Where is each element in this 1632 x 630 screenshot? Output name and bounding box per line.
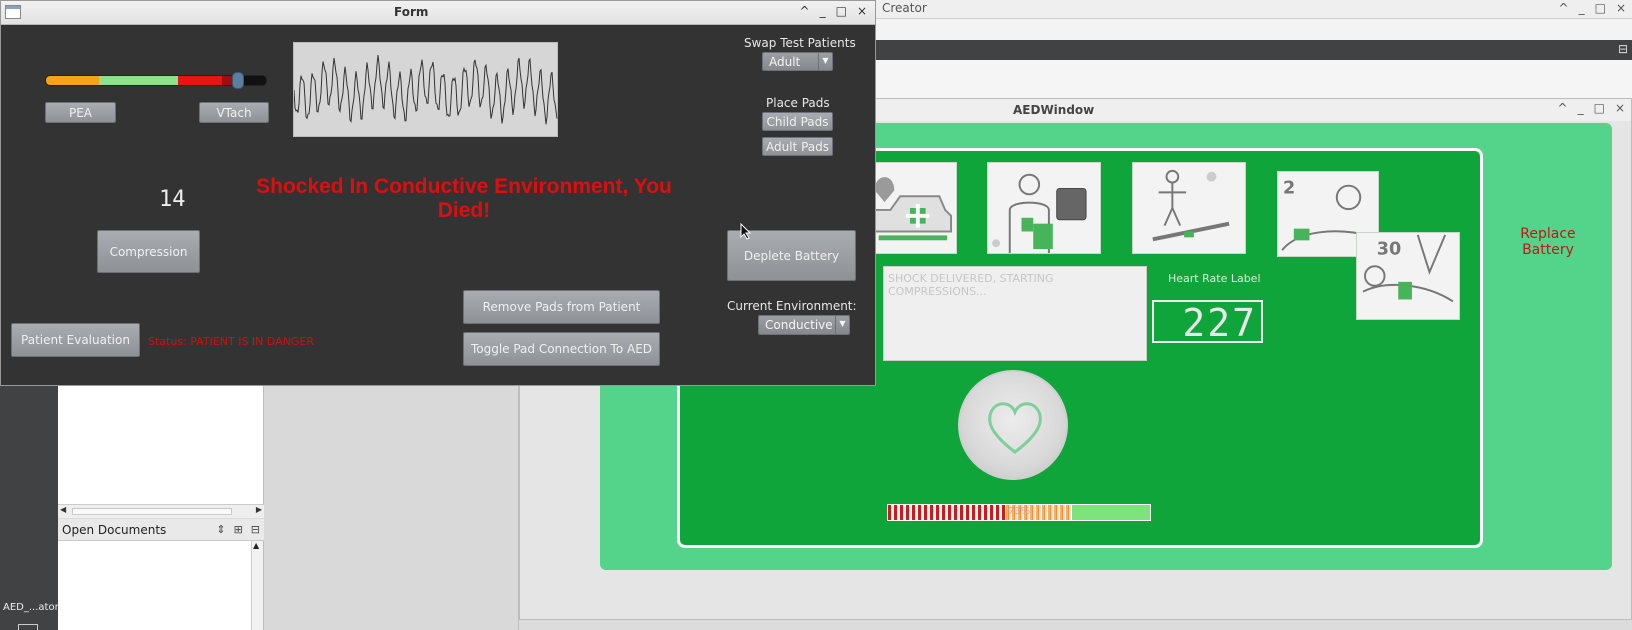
chevron-down-icon: ▼ [818, 53, 832, 70]
slider-segment-orange [46, 76, 99, 85]
mode-selector-sidebar: AED_...ator [0, 384, 59, 630]
creator-editor-strip [876, 60, 1632, 98]
scrollbar-thumb[interactable] [72, 508, 232, 515]
scroll-right-icon[interactable]: ▶ [256, 505, 262, 514]
rhythm-slider-handle[interactable] [232, 72, 245, 89]
creator-window-controls: ^ _ □ × [1559, 1, 1626, 15]
form-restore-icon[interactable]: ^ [800, 4, 810, 18]
creator-title: Creator [882, 1, 927, 15]
adult-pads-button[interactable]: Adult Pads [762, 137, 833, 156]
form-titlebar: Form ^ _ □ × [1, 1, 875, 25]
compression-counter: 14 [159, 187, 186, 212]
pea-button[interactable]: PEA [45, 102, 116, 123]
project-kit-label[interactable]: AED_...ator [3, 602, 59, 613]
slider-segment-red [178, 76, 222, 85]
sort-arrows-icon[interactable]: ⇕ [216, 523, 225, 536]
patient-status-text: Status: PATIENT IS IN DANGER [148, 335, 315, 348]
creator-toolbar [876, 19, 1632, 40]
creator-editor-bar: ⊟ [876, 40, 1632, 60]
form-maximize-icon[interactable]: □ [836, 4, 847, 18]
scroll-up-icon[interactable]: ▲ [253, 541, 259, 550]
creator-titlebar: Creator ^ _ □ × [876, 0, 1632, 19]
battery-level-bar: 73% [887, 504, 1151, 521]
aed-maximize-icon[interactable]: □ [1594, 101, 1605, 115]
cpr-breaths-count: 2 [1283, 178, 1295, 198]
stand-clear-graphic [1133, 163, 1245, 253]
environment-value: Conductive [765, 318, 833, 332]
death-message: Shocked In Conductive Environment, You D… [256, 175, 672, 222]
battery-percent-text: 73% [1008, 506, 1031, 517]
cpr-compressions-count: 30 [1377, 240, 1401, 260]
form-window-icon[interactable] [5, 5, 21, 19]
creator-restore-icon[interactable]: ^ [1559, 1, 1569, 15]
aed-close-icon[interactable]: × [1615, 101, 1625, 115]
split-pane-icon[interactable]: ⊞ [234, 523, 243, 536]
swap-patients-label: Swap Test Patients [744, 36, 856, 50]
attach-pads-icon [987, 162, 1101, 254]
creator-minimize-icon[interactable]: _ [1579, 1, 1585, 15]
monitor-icon[interactable] [18, 624, 38, 630]
open-documents-list[interactable]: ▲ [58, 541, 264, 630]
form-window-controls: ^ _ □ × [800, 4, 867, 18]
form-window-title: Form [394, 5, 429, 19]
stand-clear-icon [1132, 162, 1246, 254]
close-pane-icon[interactable]: ⊟ [251, 523, 260, 536]
remove-pads-button[interactable]: Remove Pads from Patient [463, 290, 660, 324]
child-pads-button[interactable]: Child Pads [762, 112, 833, 131]
form-window: Form ^ _ □ × PEA VTach Swap Test Patient… [0, 0, 876, 386]
heart-rate-value: 227 [1182, 301, 1257, 345]
vtach-button[interactable]: VTach [199, 102, 269, 123]
cpr-compressions-graphic: 30 [1357, 233, 1459, 319]
compression-button[interactable]: Compression [97, 230, 200, 273]
form-close-icon[interactable]: × [857, 4, 867, 18]
heart-rate-display: 227 [1152, 300, 1263, 345]
slider-segment-green [98, 76, 178, 85]
editor-area [264, 384, 518, 630]
patient-type-select[interactable]: Adult ▼ [762, 52, 833, 71]
form-minimize-icon[interactable]: _ [820, 4, 826, 18]
attach-pads-graphic [988, 163, 1100, 253]
cpr-compressions-icon: 30 [1356, 232, 1460, 320]
horizontal-scrollbar[interactable]: ◀ ▶ [58, 504, 264, 518]
toggle-pad-connection-button[interactable]: Toggle Pad Connection To AED [463, 332, 660, 366]
open-documents-title[interactable]: Open Documents [62, 523, 166, 537]
shock-message-box: SHOCK DELIVERED, STARTING COMPRESSIONS..… [883, 266, 1147, 361]
ecg-monitor [293, 42, 558, 137]
mouse-cursor-icon [740, 223, 752, 240]
place-pads-label: Place Pads [766, 96, 830, 110]
open-documents-header: Open Documents ⇕ ⊞ ⊟ [58, 519, 264, 541]
ecg-trace [293, 55, 558, 125]
aed-window-title: AEDWindow [1013, 103, 1095, 117]
chevron-down-icon: ▼ [835, 316, 849, 334]
ecg-waveform [293, 55, 558, 125]
scroll-left-icon[interactable]: ◀ [60, 505, 66, 514]
project-tree-panel[interactable] [58, 384, 264, 514]
patient-type-value: Adult [769, 55, 801, 69]
heart-icon [988, 402, 1042, 454]
creator-maximize-icon[interactable]: □ [1595, 1, 1606, 15]
heart-rate-label: Heart Rate Label [1168, 272, 1261, 285]
aed-window-controls: ^ _ □ × [1558, 101, 1625, 115]
environment-label: Current Environment: [727, 299, 857, 313]
split-editor-icon[interactable]: ⊟ [1618, 42, 1628, 56]
creator-close-icon[interactable]: × [1616, 1, 1626, 15]
shock-button[interactable] [958, 370, 1068, 480]
replace-battery-warning: Replace Battery [1520, 226, 1576, 258]
aed-minimize-icon[interactable]: _ [1578, 101, 1584, 115]
vertical-scrollbar[interactable]: ▲ [251, 541, 263, 630]
aed-restore-icon[interactable]: ^ [1558, 101, 1568, 115]
open-documents-controls: ⇕ ⊞ ⊟ [216, 523, 260, 536]
environment-select[interactable]: Conductive ▼ [758, 315, 850, 335]
patient-evaluation-button[interactable]: Patient Evaluation [11, 323, 140, 357]
shock-message-text: SHOCK DELIVERED, STARTING COMPRESSIONS..… [888, 272, 1054, 298]
